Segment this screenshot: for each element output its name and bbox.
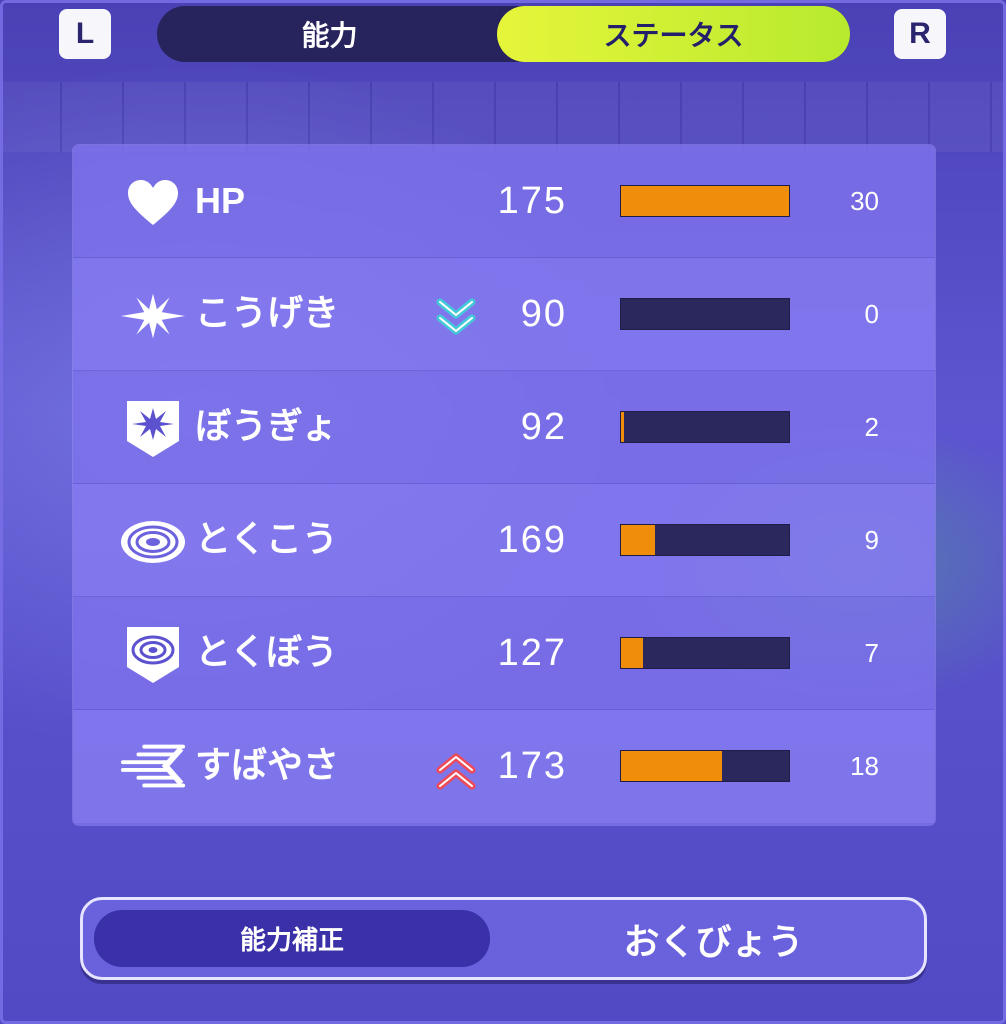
window-frame [0,0,1006,1024]
